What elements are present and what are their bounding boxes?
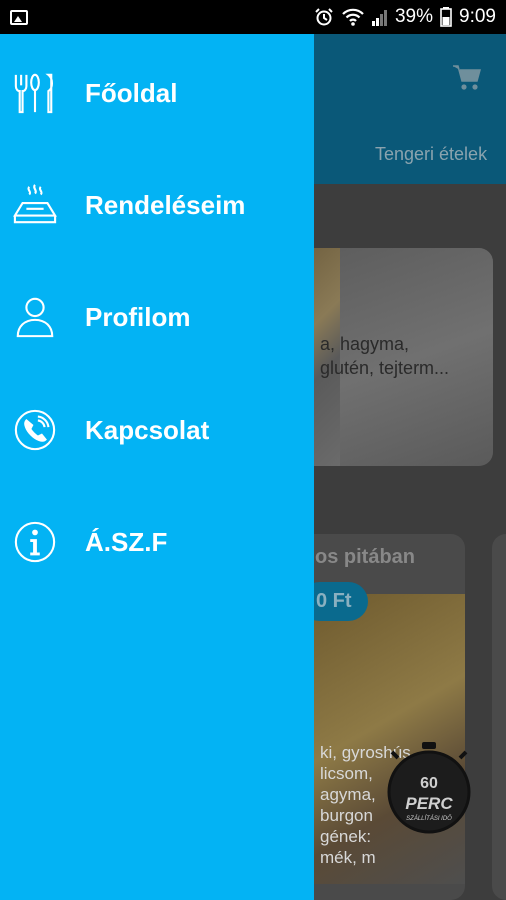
card1-ingredients-line2: glutén, tejterm... [320,358,450,378]
badge-word: PERC [405,794,453,813]
menu-label-home: Főoldal [85,77,178,108]
battery-percent: 39% [394,6,434,27]
signal-icon [371,10,387,26]
card2-title: os pitában [315,546,416,568]
gallery-notification-icon [10,9,28,25]
info-icon [13,520,57,564]
menu-item-orders[interactable]: Rendeléseim [0,170,314,240]
utensils-icon [13,71,57,115]
wifi-icon [342,8,364,26]
battery-icon [440,7,452,27]
badge-subtitle: SZÁLLÍTÁSI IDŐ [406,815,452,822]
navigation-drawer: Főoldal Rendeléseim Profilom Kapcsolat Á… [0,34,314,900]
status-bar: 39% 9:09 [0,0,506,34]
menu-item-home[interactable]: Főoldal [0,58,314,128]
badge-number: 60 [420,775,438,792]
cart-icon [453,65,481,90]
alarm-icon [315,8,333,26]
menu-label-orders: Rendeléseim [85,189,246,220]
tab-seafood[interactable]: Tengeri ételek [375,144,487,165]
food-card-3[interactable] [492,534,506,900]
menu-label-contact: Kapcsolat [85,414,210,445]
clock: 9:09 [459,6,496,27]
menu-item-profile[interactable]: Profilom [0,282,314,352]
menu-label-terms: Á.SZ.F [85,526,168,557]
hot-dish-icon [13,183,57,227]
menu-item-terms[interactable]: Á.SZ.F [0,507,314,577]
delivery-time-badge: 60 PERC SZÁLLÍTÁSI IDŐ [387,742,471,834]
menu-label-profile: Profilom [85,301,191,332]
phone-icon [13,408,57,452]
menu-item-contact[interactable]: Kapcsolat [0,395,314,465]
card1-ingredients-line1: a, hagyma, [320,334,410,354]
user-icon [13,295,57,339]
